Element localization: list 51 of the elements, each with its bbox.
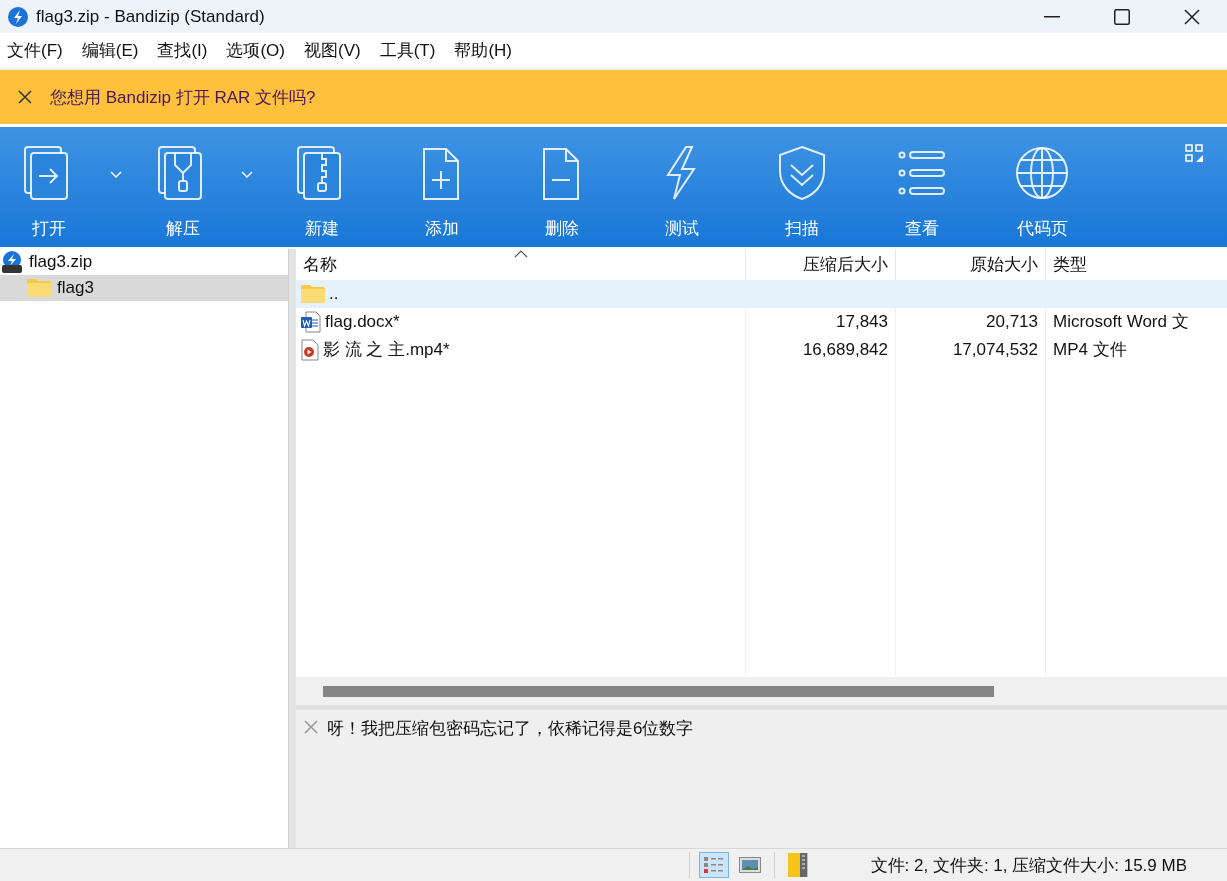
window-title: flag3.zip - Bandizip (Standard)	[36, 6, 265, 27]
word-document-icon	[301, 311, 321, 333]
packed-size: 16,689,842	[802, 340, 888, 359]
menu-item[interactable]: 工具(T)	[372, 39, 447, 62]
minimize-icon	[1044, 15, 1060, 18]
file-row[interactable]: ..	[296, 280, 1227, 308]
view-button[interactable]	[698, 852, 729, 878]
image-view-icon	[738, 857, 761, 873]
file-name: 影 流 之 主.mp4*	[323, 339, 450, 361]
file-name: ..	[329, 283, 339, 305]
toolbar-button[interactable]: 打开	[0, 127, 98, 247]
caret-icon[interactable]	[110, 170, 122, 179]
maximize-icon	[1114, 8, 1130, 25]
original-size: 20,713	[986, 312, 1038, 331]
toolbar-button[interactable]: 代码页	[982, 127, 1102, 247]
folder-icon	[301, 285, 325, 303]
app-logo-icon	[8, 6, 28, 27]
file-type: Microsoft Word 文	[1053, 312, 1189, 331]
menu-item[interactable]: 查找(I)	[150, 39, 219, 62]
menu-item[interactable]: 视图(V)	[297, 39, 372, 62]
details-view-icon	[702, 855, 725, 875]
archive-book-icon	[786, 852, 811, 878]
scrollbar-thumb[interactable]	[323, 685, 994, 697]
close-icon	[1184, 8, 1200, 25]
original-size: 17,074,532	[952, 340, 1038, 359]
status-text: 文件: 2, 文件夹: 1, 压缩文件大小: 15.9 MB	[870, 854, 1187, 877]
menu-item[interactable]: 编辑(E)	[74, 39, 150, 62]
comment-text: 呀！我把压缩包密码忘记了，依稀记得是6位数字	[327, 718, 694, 740]
menu-item[interactable]: 文件(F)	[0, 39, 74, 62]
file-type: MP4 文件	[1053, 340, 1127, 359]
toolbar-button[interactable]: 添加	[382, 127, 502, 247]
close-icon[interactable]	[18, 90, 32, 104]
toolbar-button[interactable]: 查看	[862, 127, 982, 247]
layout-icon[interactable]	[1185, 144, 1205, 164]
file-row[interactable]: 影 流 之 主.mp4* 16,689,842 17,074,532 MP4 文件	[296, 336, 1227, 364]
caret-icon[interactable]	[241, 170, 253, 179]
packed-size: 17,843	[836, 312, 888, 331]
tree-item[interactable]: flag3	[0, 275, 288, 301]
toolbar-button[interactable]: 删除	[502, 127, 622, 247]
toolbar-button[interactable]: 新建	[262, 127, 382, 247]
toolbar-button[interactable]: 扫描	[742, 127, 862, 247]
file-row[interactable]: flag.docx* 17,843 20,713 Microsoft Word 文	[296, 308, 1227, 336]
toolbar-button[interactable]: 解压	[134, 127, 232, 247]
notice-text: 您想用 Bandizip 打开 RAR 文件吗?	[50, 86, 316, 109]
folder-icon	[27, 279, 51, 297]
toolbar-button[interactable]: 测试	[622, 127, 742, 247]
video-file-icon	[301, 339, 319, 361]
menu-item[interactable]: 帮助(H)	[447, 39, 523, 62]
file-name: flag.docx*	[325, 311, 400, 333]
tree-item[interactable]: flag3.zip	[0, 249, 288, 275]
menu-item[interactable]: 选项(O)	[219, 39, 296, 62]
